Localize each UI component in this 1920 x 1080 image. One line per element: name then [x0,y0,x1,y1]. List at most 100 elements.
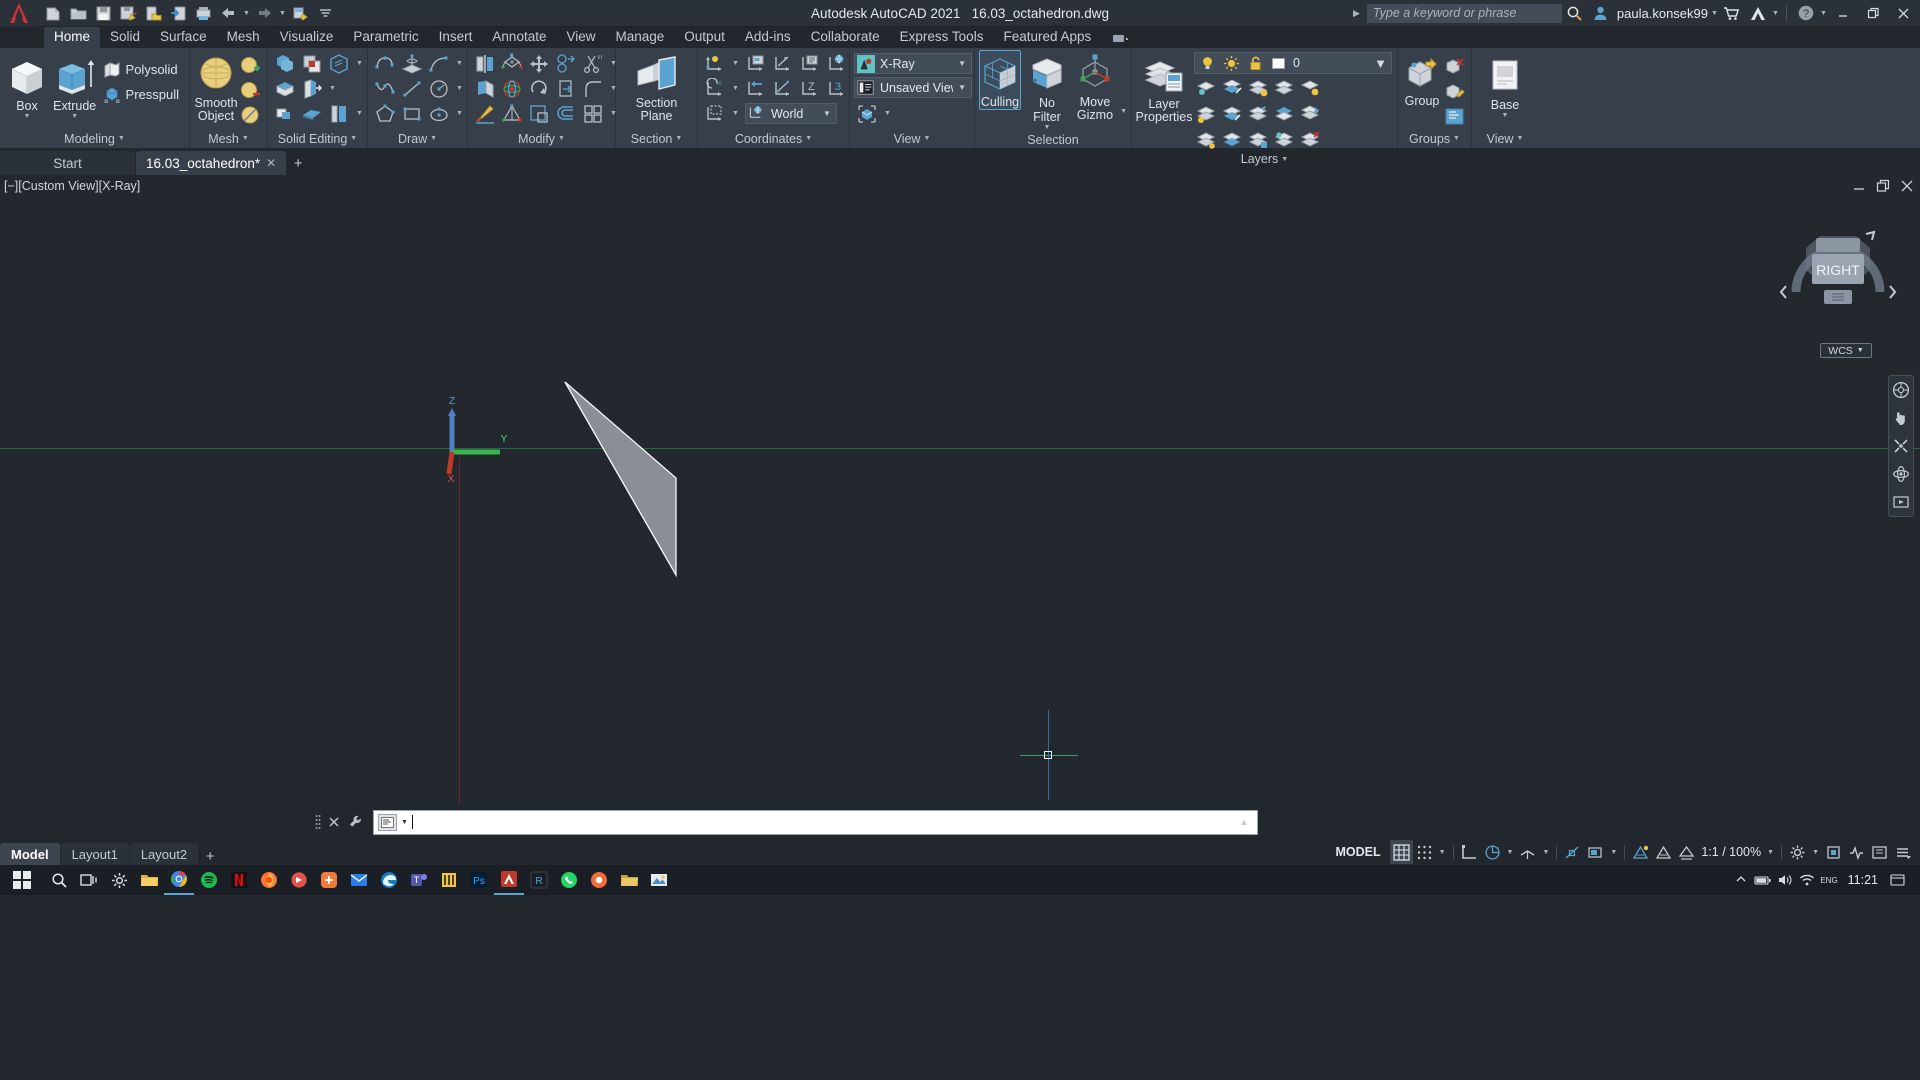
snap-dropdown-icon[interactable]: ▼ [1436,849,1449,856]
ucs-face-icon[interactable] [743,51,769,76]
layer-properties-button[interactable]: Layer Properties [1136,52,1193,124]
panel-coordinates-expand-icon[interactable]: ▼ [805,135,812,142]
display-grid-toggle[interactable] [1389,840,1413,864]
subtract-icon[interactable] [299,51,325,76]
arc-icon[interactable] [426,51,452,76]
show-annotation-objects-toggle[interactable] [1629,840,1652,864]
command-close-icon[interactable] [323,811,345,833]
3d-scale-icon[interactable] [499,101,525,126]
layout-tab-model[interactable]: Model [0,843,60,865]
polar-dropdown-icon[interactable]: ▼ [1504,849,1517,856]
account-dropdown-icon[interactable]: ▼ [1710,10,1719,17]
panel-solid-editing-expand-icon[interactable]: ▼ [350,135,357,142]
save-as-icon[interactable] [117,2,140,25]
draw-dropdown-3-icon[interactable]: ▼ [453,110,466,117]
tab-manage[interactable]: Manage [606,27,675,48]
user-avatar-icon[interactable] [1588,1,1614,25]
shopping-cart-icon[interactable] [1719,1,1745,25]
smooth-object-button[interactable]: Smooth Object [194,51,238,123]
rotate-icon[interactable] [526,76,552,101]
tab-express-tools[interactable]: Express Tools [890,27,994,48]
file-tab-octahedron[interactable]: 16.03_octahedron* ✕ [136,151,287,175]
panel-modify-expand-icon[interactable]: ▼ [558,135,565,142]
polysolid-button[interactable]: Polysolid [100,57,185,82]
save-icon[interactable] [92,2,115,25]
viewport-config-dropdown-icon[interactable]: ▼ [881,110,894,117]
join-icon[interactable] [553,101,579,126]
edge-icon[interactable] [374,865,404,895]
customize-qat-icon[interactable] [314,2,337,25]
app-orange-icon[interactable] [314,865,344,895]
annotation-scale-value[interactable]: 1:1 / 100% [1698,845,1764,859]
layer-lock-tool-icon[interactable] [1194,101,1219,126]
photoshop-icon[interactable]: Ps [464,865,494,895]
clean-screen-button[interactable] [1868,840,1891,864]
app-red-icon[interactable] [284,865,314,895]
panel-view-right-expand-icon[interactable]: ▼ [1516,135,1523,142]
smooth-less-icon[interactable] [238,78,263,103]
base-view-dropdown-icon[interactable]: ▼ [1502,112,1509,119]
application-menu-button[interactable] [0,0,38,27]
tab-collaborate[interactable]: Collaborate [801,27,890,48]
line-icon[interactable] [399,76,425,101]
ucs-origin-icon[interactable] [702,51,728,76]
object-snap-toggle[interactable] [1561,840,1584,864]
workspace-switching-button[interactable] [1786,840,1809,864]
fillet-icon[interactable] [580,76,606,101]
wcs-dropdown-icon[interactable]: ▼ [1857,347,1864,354]
help-icon[interactable]: ? [1793,1,1819,25]
tab-solid[interactable]: Solid [100,27,150,48]
presspull-button[interactable]: Presspull [100,82,185,107]
user-name[interactable]: paula.konsek99 [1614,6,1710,21]
mail-icon[interactable] [344,865,374,895]
windows-start-icon[interactable] [0,865,44,895]
ucs-object-icon[interactable] [797,51,823,76]
layer-vp-freeze-icon[interactable] [1272,127,1297,152]
match-properties-icon[interactable] [472,101,498,126]
polyline-icon[interactable] [372,51,398,76]
view-cube[interactable]: RIGHT [1778,230,1898,350]
command-customize-icon[interactable] [345,811,367,833]
group-selection-toggle-icon[interactable] [1442,104,1467,129]
file-tab-start[interactable]: Start [0,151,135,175]
osnap-dropdown-icon[interactable]: ▼ [1607,849,1620,856]
volume-icon[interactable] [1774,865,1796,895]
task-view-icon[interactable] [74,865,104,895]
solid-editing-dropdown-3-icon[interactable]: ▼ [353,110,366,117]
tab-home[interactable]: Home [44,27,101,48]
tab-surface[interactable]: Surface [150,27,217,48]
layer-match-icon[interactable] [1194,127,1219,152]
batch-plot-icon[interactable] [289,2,312,25]
layer-turn-all-on-icon[interactable] [1298,75,1323,100]
layer-selector-dropdown-icon[interactable]: ▼ [1374,56,1391,71]
solid-editing-dropdown-1-icon[interactable]: ▼ [353,60,366,67]
tab-add-ins[interactable]: Add-ins [735,27,801,48]
panel-draw-expand-icon[interactable]: ▼ [430,135,437,142]
isolate-objects-button[interactable] [1822,840,1845,864]
extrude-faces-icon[interactable] [299,76,325,101]
tab-featured-apps[interactable]: Featured Apps [993,27,1101,48]
shell-icon[interactable] [326,101,352,126]
spline-icon[interactable] [372,76,398,101]
box-button[interactable]: Box ▼ [4,51,50,120]
smooth-more-icon[interactable] [238,53,263,78]
sheets-icon[interactable] [434,865,464,895]
ucs-z-icon[interactable]: Z [797,76,823,101]
union-icon[interactable] [272,51,298,76]
redo-icon[interactable] [253,2,276,25]
ucs-y-icon[interactable] [770,76,796,101]
ortho-mode-toggle[interactable] [1458,840,1481,864]
no-filter-button[interactable]: No Filter ▼ [1024,50,1070,131]
space-toggle[interactable]: MODEL [1326,845,1389,859]
copy-icon[interactable] [553,51,579,76]
polygon-icon[interactable] [372,101,398,126]
draw-dropdown-2-icon[interactable]: ▼ [453,85,466,92]
layout-tab-layout1[interactable]: Layout1 [60,843,129,865]
showmotion-icon[interactable] [1890,491,1912,513]
ucs-origin-dropdown-icon[interactable]: ▼ [729,60,742,67]
layer-freeze-tool-icon[interactable] [1246,75,1271,100]
panel-layers-expand-icon[interactable]: ▼ [1281,156,1288,163]
layer-merge-icon[interactable] [1298,101,1323,126]
tray-expand-icon[interactable] [1730,865,1752,895]
save-to-web-icon[interactable] [167,2,190,25]
